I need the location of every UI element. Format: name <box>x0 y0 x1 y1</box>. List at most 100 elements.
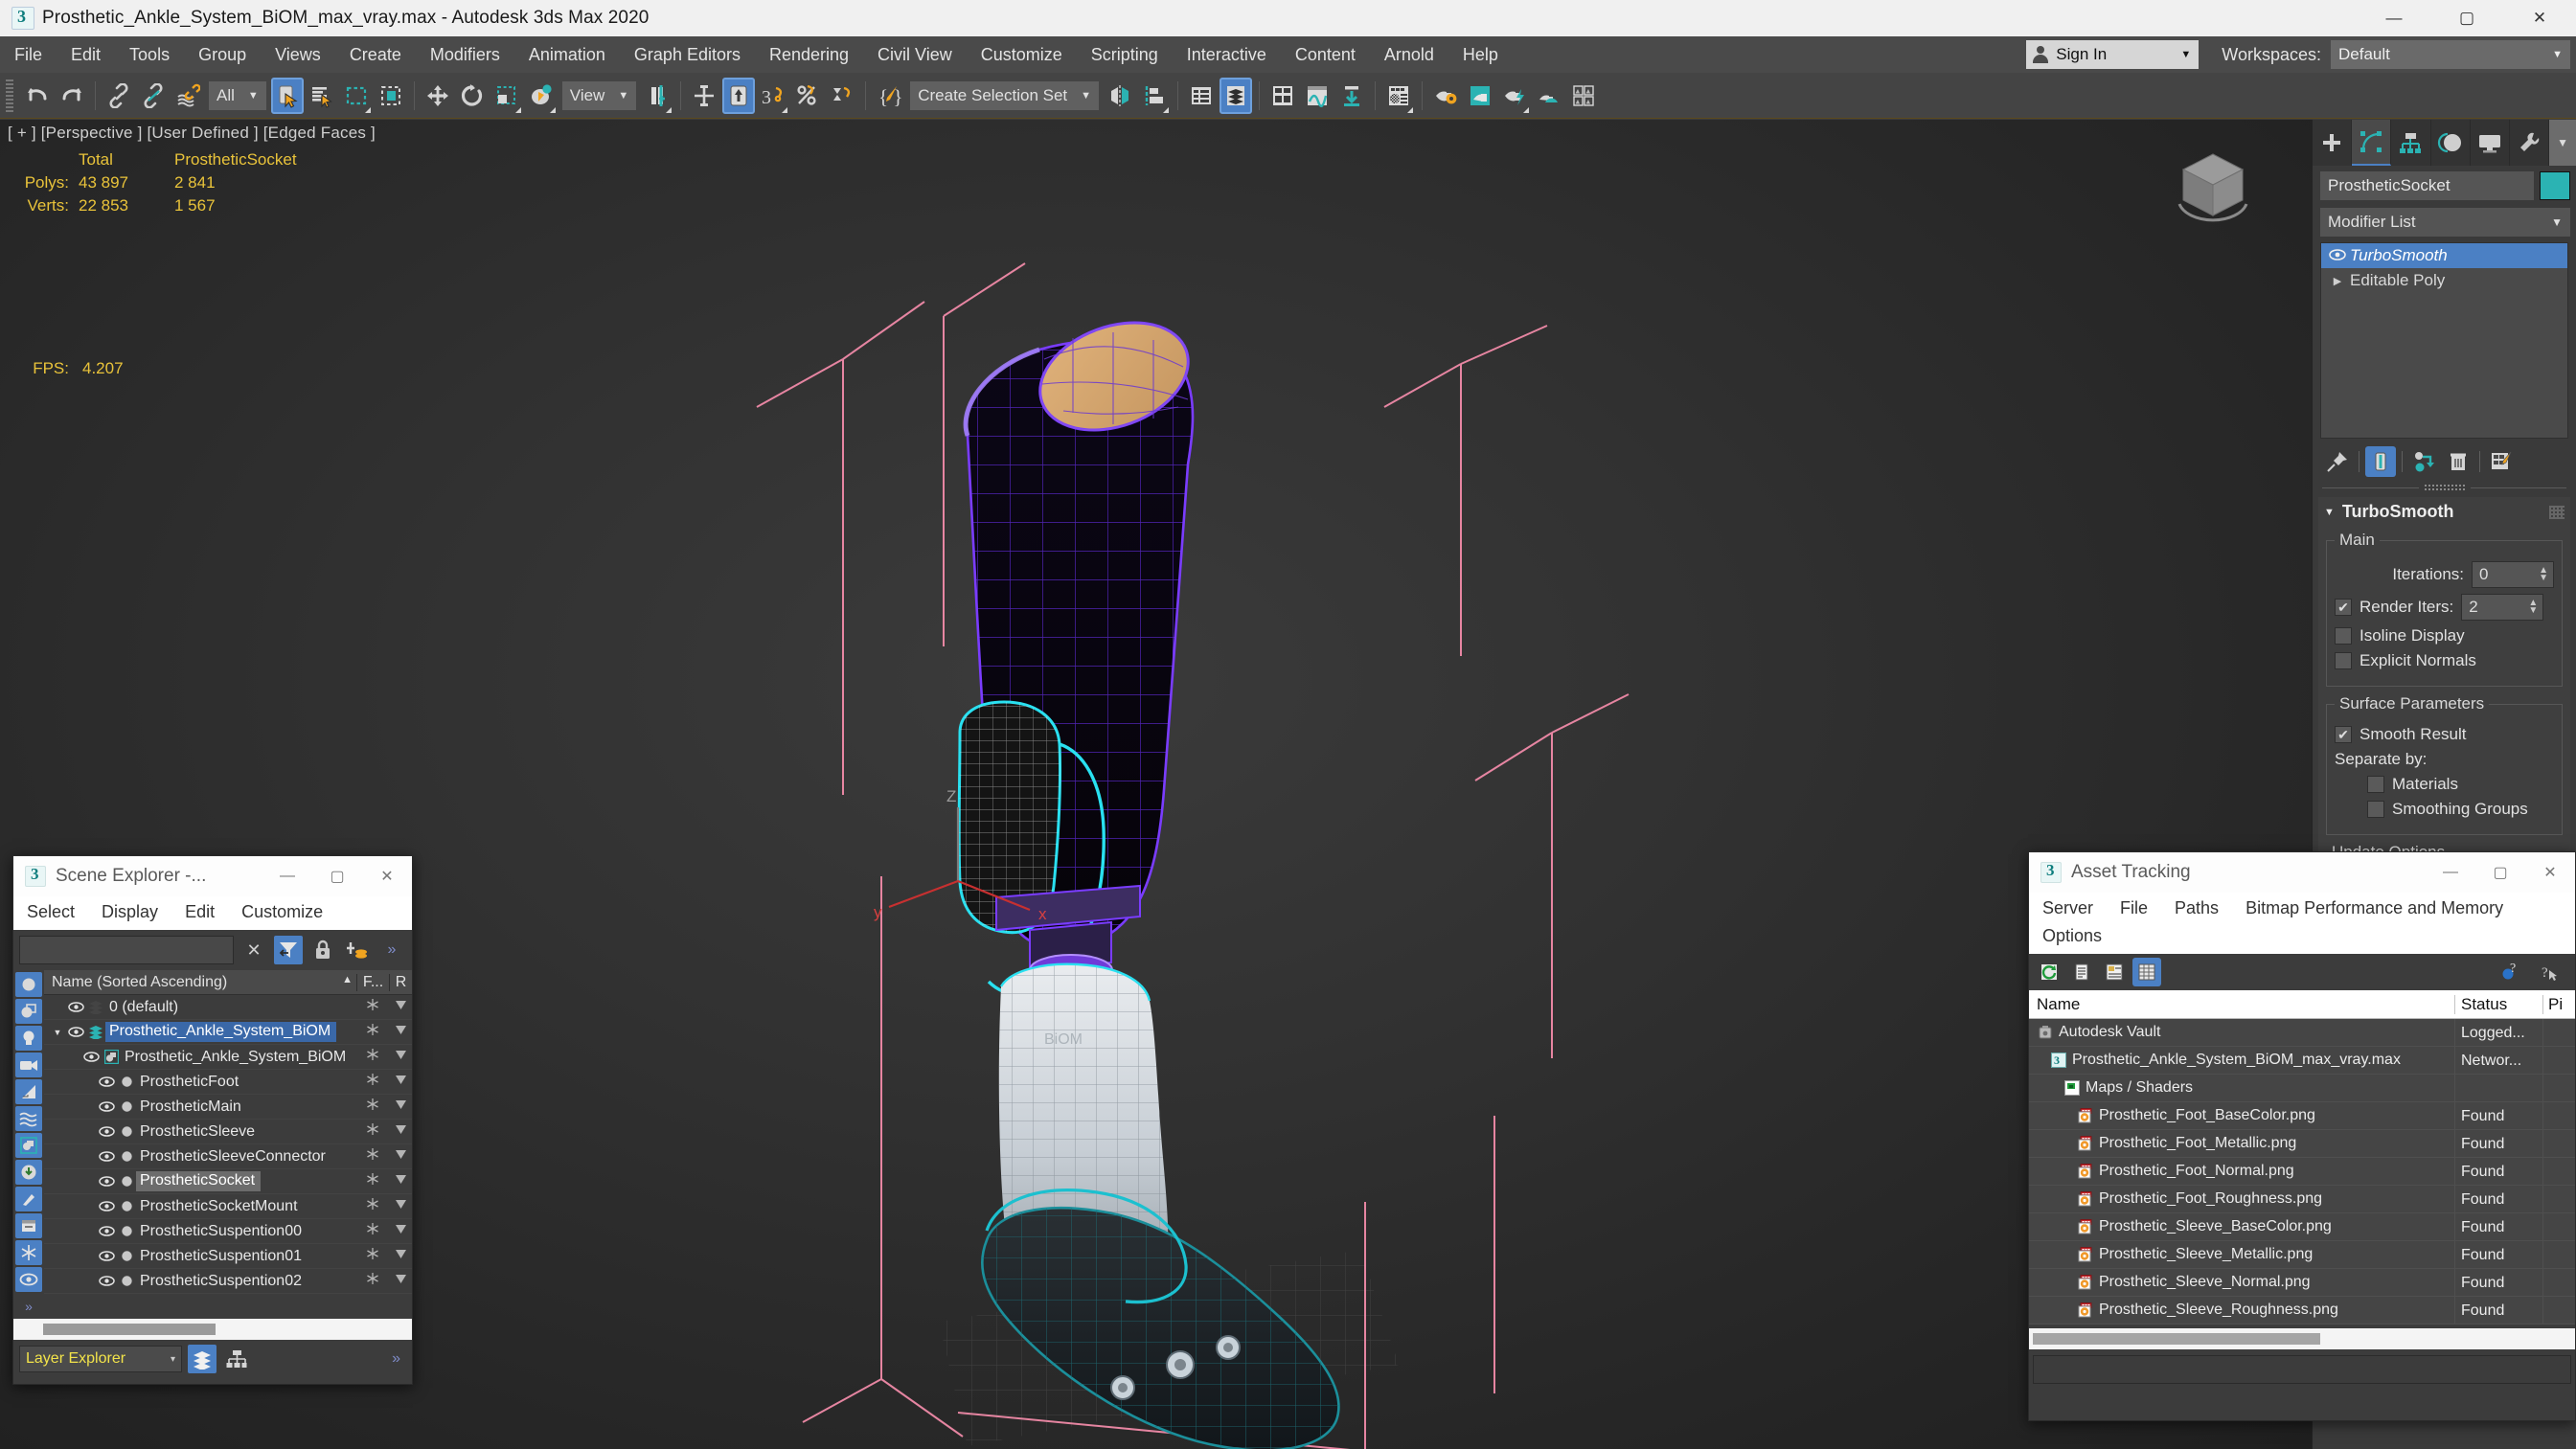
layer-view-icon[interactable] <box>188 1345 217 1373</box>
freeze-toggle-icon[interactable] <box>356 1272 389 1290</box>
asset-tracking-row[interactable]: 3 Prosthetic_Ankle_System_BiOM_max_vray.m… <box>2029 1046 2575 1075</box>
asset-tracking-minimize[interactable]: — <box>2426 852 2475 893</box>
explicit-normals-checkbox[interactable] <box>2335 652 2352 669</box>
minimize-button[interactable]: — <box>2358 0 2430 36</box>
menu-modifiers[interactable]: Modifiers <box>416 36 514 73</box>
scene-explorer-row[interactable]: ProstheticSleeve <box>44 1120 412 1144</box>
window-crossing-toggle-icon[interactable] <box>375 78 407 114</box>
snaps-toggle-icon[interactable] <box>722 77 756 114</box>
scene-explorer-row[interactable]: ▼ Prosthetic_Ankle_System_BiOM <box>44 1020 412 1045</box>
eye-icon[interactable] <box>96 1276 117 1286</box>
menu-scripting[interactable]: Scripting <box>1077 36 1173 73</box>
create-selection-set-dropdown[interactable]: Create Selection Set ▼ <box>910 80 1100 110</box>
footer-overflow-icon[interactable]: » <box>392 1350 406 1368</box>
render-frame-buffer-icon[interactable] <box>1567 78 1600 114</box>
renderable-toggle-icon[interactable] <box>389 1148 412 1166</box>
scene-explorer-row[interactable]: Prosthetic_Ankle_System_BiOM <box>44 1045 412 1070</box>
modify-tab[interactable] <box>2352 120 2392 166</box>
scene-explorer-row[interactable]: ProstheticSuspention01 <box>44 1244 412 1269</box>
menu-rendering[interactable]: Rendering <box>755 36 863 73</box>
filter-spacewarps-icon[interactable] <box>15 1106 42 1131</box>
menu-help[interactable]: Help <box>1448 36 1513 73</box>
render-frame-window-icon[interactable] <box>1382 78 1415 114</box>
renderable-toggle-icon[interactable] <box>389 1098 412 1116</box>
spinner-arrows-icon[interactable]: ▲ ▼ <box>2539 566 2548 583</box>
asset-tracking-row[interactable]: Prosthetic_Sleeve_BaseColor.png Found <box>2029 1212 2575 1241</box>
mirror-icon[interactable] <box>1104 78 1136 114</box>
render-iters-checkbox[interactable]: ✔ <box>2335 599 2352 616</box>
filter-shapes-icon[interactable] <box>15 999 42 1024</box>
filter-containers-icon[interactable] <box>15 1213 42 1238</box>
create-tab[interactable] <box>2313 120 2353 166</box>
hierarchy-tab[interactable] <box>2391 120 2431 166</box>
asset-tracking-row[interactable]: Maps / Shaders <box>2029 1074 2575 1102</box>
eye-icon[interactable] <box>96 1126 117 1137</box>
workspaces-dropdown[interactable]: Default ▼ <box>2331 40 2570 69</box>
scene-explorer-window[interactable]: Scene Explorer -... — ▢ ✕ Select Display… <box>12 855 413 1385</box>
list-view-icon[interactable] <box>2067 958 2096 986</box>
lock-icon[interactable] <box>308 936 337 964</box>
scrollbar-thumb[interactable] <box>43 1324 216 1335</box>
eye-icon[interactable] <box>65 1027 86 1037</box>
eye-icon[interactable] <box>96 1151 117 1162</box>
render-in-cloud-icon[interactable] <box>1533 78 1565 114</box>
menu-customize[interactable]: Customize <box>967 36 1077 73</box>
freeze-toggle-icon[interactable] <box>356 1098 389 1116</box>
eye-icon[interactable] <box>96 1251 117 1261</box>
filter-bones-icon[interactable] <box>15 1187 42 1211</box>
curve-editor-icon[interactable] <box>1301 78 1334 114</box>
utilities-tab[interactable] <box>2510 120 2550 166</box>
se-menu-display[interactable]: Display <box>88 898 171 926</box>
smooth-result-row[interactable]: ✔ Smooth Result <box>2335 725 2554 744</box>
scene-explorer-titlebar[interactable]: Scene Explorer -... — ▢ ✕ <box>13 856 412 896</box>
renderable-toggle-icon[interactable] <box>389 1024 412 1041</box>
scene-explorer-search-input[interactable] <box>19 936 234 964</box>
render-activeshade-icon[interactable] <box>1498 78 1531 114</box>
renderable-toggle-icon[interactable] <box>389 1223 412 1240</box>
asset-tracking-row[interactable]: Prosthetic_Foot_Metallic.png Found <box>2029 1129 2575 1158</box>
at-column-status[interactable]: Status <box>2454 994 2542 1014</box>
se-menu-select[interactable]: Select <box>13 898 88 926</box>
renderable-toggle-icon[interactable] <box>389 1049 412 1066</box>
asset-tracking-row[interactable]: Prosthetic_Foot_Normal.png Found <box>2029 1157 2575 1186</box>
filter-lights-icon[interactable] <box>15 1026 42 1051</box>
asset-tracking-window[interactable]: Asset Tracking — ▢ ✕ Server File Paths B… <box>2028 851 2576 1421</box>
modifier-stack-item-turbosmooth[interactable]: TurboSmooth <box>2321 243 2567 268</box>
freeze-toggle-icon[interactable] <box>356 1222 389 1240</box>
asset-tracking-row[interactable]: Prosthetic_Foot_Roughness.png Found <box>2029 1185 2575 1213</box>
expand-arrow-icon[interactable]: ▶ <box>2325 275 2350 287</box>
command-panel-overflow[interactable]: ▼ <box>2549 120 2576 166</box>
render-iters-spinner[interactable]: 2 ▲ ▼ <box>2461 594 2544 621</box>
smoothing-groups-row[interactable]: Smoothing Groups <box>2367 800 2554 819</box>
toggle-layer-explorer-icon[interactable] <box>1220 77 1253 114</box>
clear-search-icon[interactable]: ✕ <box>239 936 268 964</box>
named-selection-sets-icon[interactable]: { } <box>873 78 905 114</box>
freeze-toggle-icon[interactable] <box>356 1172 389 1190</box>
se-menu-edit[interactable]: Edit <box>171 898 228 926</box>
column-name[interactable]: Name (Sorted Ascending) ▲ <box>44 974 356 991</box>
menu-tools[interactable]: Tools <box>115 36 184 73</box>
bind-to-space-warp-icon[interactable] <box>171 78 204 114</box>
collapse-triangle-icon[interactable]: ▼ <box>2324 507 2335 518</box>
asset-tracking-horizontal-scrollbar[interactable] <box>2029 1328 2575 1349</box>
configure-modifier-sets-icon[interactable] <box>2486 446 2517 477</box>
toolbar-overflow-icon[interactable]: » <box>377 936 406 964</box>
select-and-move-icon[interactable] <box>422 78 454 114</box>
eye-icon[interactable] <box>96 1201 117 1211</box>
view-cube[interactable] <box>2170 145 2256 231</box>
scene-explorer-row[interactable]: ProstheticFoot <box>44 1070 412 1095</box>
refresh-icon[interactable] <box>2035 958 2063 986</box>
unlink-selection-icon[interactable] <box>137 78 170 114</box>
freeze-toggle-icon[interactable] <box>356 998 389 1016</box>
at-column-path[interactable]: Pi <box>2542 994 2575 1014</box>
filter-groups-icon[interactable] <box>15 1133 42 1158</box>
eye-icon[interactable] <box>96 1076 117 1087</box>
remove-modifier-icon[interactable] <box>2443 446 2473 477</box>
undo-button[interactable] <box>21 78 54 114</box>
iterations-spinner[interactable]: 0 ▲ ▼ <box>2472 561 2554 588</box>
toggle-scene-explorer-icon[interactable] <box>1185 78 1218 114</box>
asset-tracking-status-field[interactable] <box>2033 1355 2571 1384</box>
menu-group[interactable]: Group <box>184 36 261 73</box>
at-menu-paths[interactable]: Paths <box>2161 894 2232 922</box>
column-freeze[interactable]: F... <box>356 973 389 991</box>
